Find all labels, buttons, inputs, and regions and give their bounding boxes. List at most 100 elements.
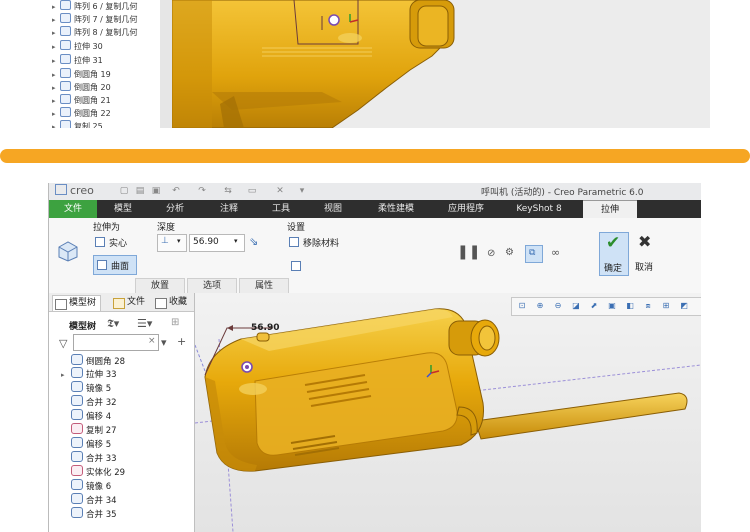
add-icon[interactable]: + [177, 335, 186, 348]
expand-arrow-icon[interactable]: ▸ [52, 41, 60, 54]
tab-files[interactable]: 文件 [111, 295, 145, 310]
feature-icon [60, 26, 71, 36]
redo-icon[interactable]: ↷ [197, 186, 207, 196]
tree-settings-icon[interactable]: 𝕿▾ [107, 317, 119, 331]
tree-filter-icon[interactable]: ⊞ [171, 317, 179, 328]
flip-direction-icon[interactable]: ⇘ [249, 235, 258, 248]
group-options[interactable]: 选项 [187, 278, 237, 293]
tab-flexible-modeling[interactable]: 柔性建模 [371, 200, 421, 218]
glasses-icon[interactable]: ∞ [551, 246, 560, 259]
close-window-icon[interactable]: ✕ [275, 186, 285, 196]
feature-icon [60, 13, 71, 23]
panel-tabs: 模型树 文件 收藏 [49, 293, 194, 312]
merge-icon [71, 493, 83, 504]
expand-arrow-icon[interactable]: ▸ [52, 27, 60, 40]
group-properties[interactable]: 属性 [239, 278, 289, 293]
extrude-ribbon: 拉伸为 实心 曲面 深度 ⊥ ▾ 56.90 ▾ ⇘ 设置 移除材料 放置 选项… [49, 218, 701, 294]
tab-model-tree[interactable]: 模型树 [52, 295, 102, 311]
close-icon: ✖ [638, 232, 652, 251]
extrude-icon [71, 367, 83, 378]
merge-icon [71, 395, 83, 406]
search-input-field[interactable] [74, 335, 148, 348]
tab-file[interactable]: 文件 [49, 200, 97, 218]
offset-icon [71, 409, 83, 420]
creo-window: creo ▢ ▤ ▣ ↶ ↷ ⇆ ▭ ✕ ▾ 呼叫机 (活动的) - Creo … [48, 183, 701, 532]
tab-annotate[interactable]: 注释 [211, 200, 247, 218]
thicken-checkbox[interactable] [291, 261, 301, 271]
mirror-icon [71, 479, 83, 490]
tab-keyshot[interactable]: KeyShot 8 [511, 200, 567, 218]
tree-item-merge[interactable]: 合并 33 [61, 451, 117, 464]
clear-search-icon[interactable]: × [148, 336, 156, 346]
tab-tools[interactable]: 工具 [263, 200, 299, 218]
remove-material-option[interactable]: 移除材料 [289, 236, 339, 249]
confirm-button[interactable]: ✔ 确定 [599, 232, 629, 276]
tree-item-mirror[interactable]: 镜像 6 [61, 479, 111, 492]
graphics-viewport[interactable]: ⊡ ⊕ ⊖ ◪ ⬈ ▣ ◧ ⧈ ⊞ ◩ 56.90 [195, 293, 701, 532]
tree-item-merge[interactable]: 合并 34 [61, 493, 117, 506]
open-file-icon[interactable]: ▤ [135, 186, 145, 196]
chevron-down-icon: ▾ [234, 237, 238, 245]
group-placement[interactable]: 放置 [135, 278, 185, 293]
top-tree-item[interactable]: ▸ 拉伸 30 [52, 40, 103, 53]
quick-access-more-icon[interactable]: ▾ [297, 186, 307, 196]
tree-item-copy[interactable]: 复制 27 [61, 423, 117, 436]
tree-item-offset[interactable]: 偏移 5 [61, 437, 111, 450]
tab-analysis[interactable]: 分析 [157, 200, 193, 218]
top-tree-item[interactable]: ▸ 倒圆角 22 [52, 107, 111, 120]
top-tree-scroll-gap [160, 0, 172, 128]
section-divider [0, 149, 750, 163]
tree-item-round[interactable]: 倒圆角 28 [61, 354, 125, 367]
top-tree-item[interactable]: ▸ 拉伸 31 [52, 54, 103, 67]
preview-icon[interactable]: ⚙ [505, 247, 514, 258]
window-icon[interactable]: ▭ [247, 186, 257, 196]
tree-item-solidify[interactable]: 实体化 29 [61, 465, 125, 478]
top-tree-item[interactable]: ▸ 阵列 8 / 复制几何 [52, 26, 137, 39]
model-tree-icon [55, 299, 67, 310]
verify-mode-button[interactable]: ⧉ [525, 245, 543, 263]
top-tree-item[interactable]: ▸ 阵列 6 / 复制几何 [52, 0, 137, 13]
tab-applications[interactable]: 应用程序 [441, 200, 491, 218]
favorites-icon [155, 298, 167, 309]
expand-arrow-icon[interactable]: ▸ [52, 55, 60, 68]
undo-icon[interactable]: ↶ [171, 186, 181, 196]
tree-item-mirror[interactable]: 镜像 5 [61, 381, 111, 394]
tree-item-merge[interactable]: 合并 32 [61, 395, 117, 408]
tree-columns-icon[interactable]: ☰▾ [137, 317, 152, 330]
tree-item-extrude[interactable]: ▸ 拉伸 33 [61, 367, 117, 380]
no-preview-icon[interactable]: ⊘ [487, 248, 495, 259]
top-tree-item[interactable]: ▸ 复制 25 [52, 120, 103, 128]
tab-extrude[interactable]: 拉伸 [583, 200, 637, 219]
tab-favorites[interactable]: 收藏 [153, 295, 187, 310]
depth-type-dropdown[interactable]: ⊥ ▾ [157, 234, 187, 252]
surface-option[interactable]: 曲面 [93, 255, 137, 275]
tree-list: 倒圆角 28 ▸ 拉伸 33 镜像 5 合并 32 偏移 4 复制 27 偏移 5 合并 33 实… [49, 354, 189, 532]
top-tree-item[interactable]: ▸ 倒圆角 21 [52, 94, 111, 107]
depth-dimension-label[interactable]: 56.90 [251, 323, 279, 333]
top-tree-item[interactable]: ▸ 倒圆角 20 [52, 81, 111, 94]
cancel-button[interactable]: ✖ 取消 [631, 232, 659, 274]
title-bar: creo ▢ ▤ ▣ ↶ ↷ ⇆ ▭ ✕ ▾ 呼叫机 (活动的) - Creo … [49, 183, 701, 201]
feature-icon [60, 107, 71, 117]
window-title: 呼叫机 (活动的) - Creo Parametric 6.0 [481, 188, 644, 198]
tree-item-offset[interactable]: 偏移 4 [61, 409, 111, 422]
expand-arrow-icon[interactable]: ▸ [52, 121, 60, 128]
save-icon[interactable]: ▣ [151, 186, 161, 196]
tree-item-merge[interactable]: 合并 35 [61, 507, 117, 520]
search-input[interactable]: × [73, 334, 159, 351]
tab-view[interactable]: 视图 [315, 200, 351, 218]
new-file-icon[interactable]: ▢ [119, 186, 129, 196]
logo-icon [55, 184, 67, 195]
top-tree-item[interactable]: ▸ 阵列 7 / 复制几何 [52, 13, 137, 26]
blind-depth-icon: ⊥ [161, 236, 169, 246]
creo-logo: creo [55, 184, 94, 197]
top-model-render [172, 0, 455, 128]
tab-model[interactable]: 模型 [105, 200, 141, 218]
pause-icon[interactable]: ❚❚ [457, 244, 480, 260]
solid-option[interactable]: 实心 [95, 236, 127, 249]
top-tree-item[interactable]: ▸ 倒圆角 19 [52, 68, 111, 81]
depth-value-input[interactable]: 56.90 ▾ [189, 234, 245, 252]
collapse-icon[interactable]: ▾ [161, 336, 167, 349]
regenerate-icon[interactable]: ⇆ [223, 186, 233, 196]
filter-icon[interactable]: ▽ [59, 337, 67, 350]
